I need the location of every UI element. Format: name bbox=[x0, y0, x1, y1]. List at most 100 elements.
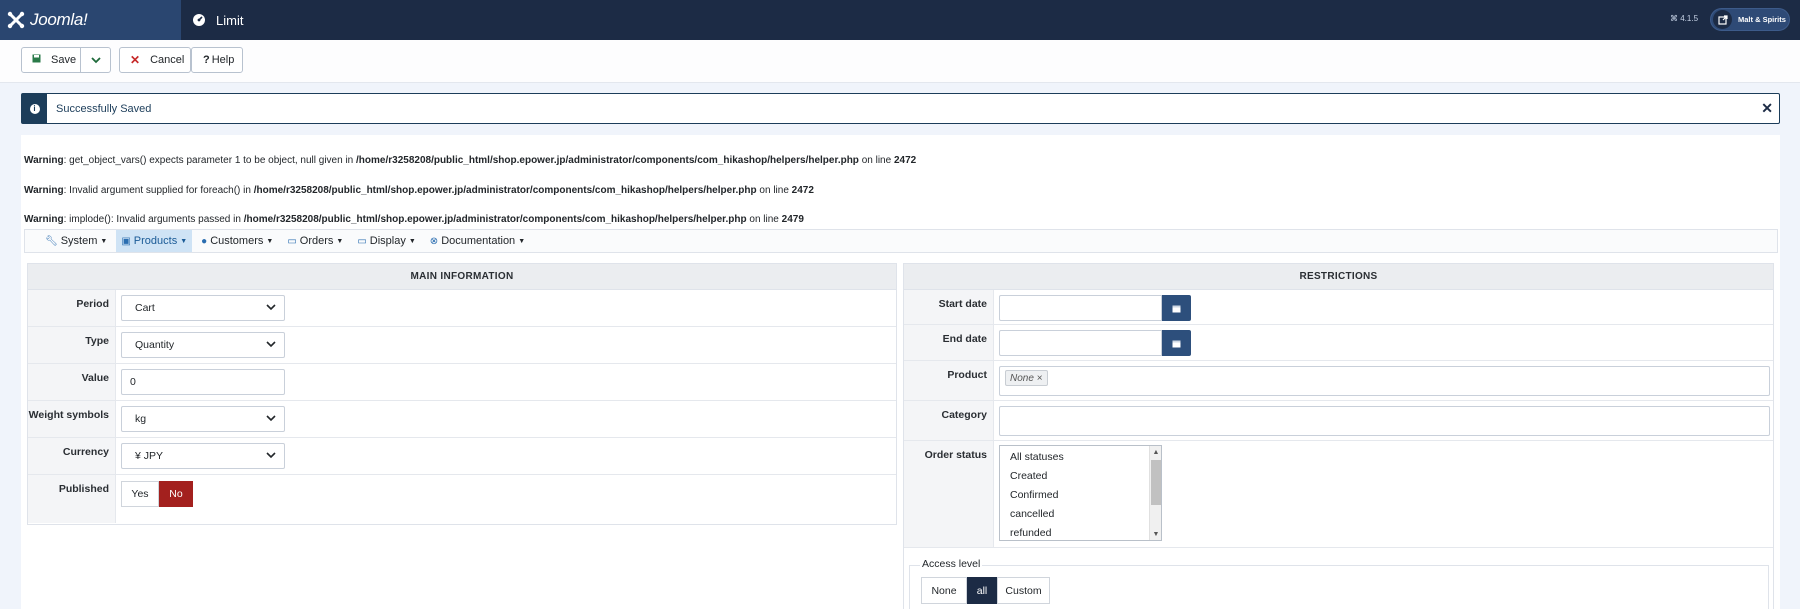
product-selector[interactable]: None × bbox=[999, 366, 1770, 396]
main-information-panel: MAIN INFORMATION Period Cart Type Quanti… bbox=[27, 263, 897, 525]
save-icon bbox=[32, 54, 41, 66]
chevron-down-icon bbox=[266, 304, 276, 311]
warning-line: Warning: get_object_vars() expects param… bbox=[24, 155, 917, 166]
weight-select[interactable]: kg bbox=[121, 406, 285, 432]
scroll-up-icon[interactable]: ▲ bbox=[1150, 446, 1161, 458]
product-label: Product bbox=[904, 361, 994, 400]
type-row: Type Quantity bbox=[28, 327, 896, 364]
weight-row: Weight symbols kg bbox=[28, 401, 896, 438]
start-date-label: Start date bbox=[904, 290, 994, 324]
info-icon: i bbox=[22, 94, 47, 123]
chevron-down-icon bbox=[266, 415, 276, 422]
close-alert-icon[interactable]: ✕ bbox=[1761, 100, 1773, 117]
toolbar: Save ✕ Cancel ? Help bbox=[0, 40, 1800, 83]
list-item[interactable]: All statuses bbox=[1000, 447, 1161, 466]
category-selector[interactable] bbox=[999, 406, 1770, 436]
wrench-icon: 🔧︎ bbox=[45, 235, 58, 247]
access-all-button[interactable]: all bbox=[967, 577, 997, 604]
chevron-down-icon bbox=[90, 57, 101, 64]
end-date-label: End date bbox=[904, 325, 994, 360]
published-toggle: Yes No bbox=[121, 481, 193, 507]
value-label: Value bbox=[28, 364, 116, 400]
joomla-logo-icon bbox=[7, 11, 25, 29]
product-row: Product None × bbox=[904, 361, 1773, 401]
save-label: Save bbox=[51, 54, 77, 66]
value-input[interactable]: 0 bbox=[121, 369, 285, 395]
monitor-icon: ▭ bbox=[357, 235, 367, 247]
lifebuoy-icon: ⊗ bbox=[429, 235, 439, 247]
close-icon: ✕ bbox=[130, 53, 141, 67]
save-button[interactable]: Save bbox=[21, 47, 81, 73]
currency-label: Currency bbox=[28, 438, 116, 474]
scroll-thumb[interactable] bbox=[1151, 460, 1161, 505]
access-level-fieldset: Access level None all Custom bbox=[909, 558, 1769, 609]
category-row: Category bbox=[904, 401, 1773, 441]
alert-message: Successfully Saved bbox=[56, 102, 152, 115]
restrictions-panel: RESTRICTIONS Start date End date Product… bbox=[903, 263, 1774, 609]
cancel-button[interactable]: ✕ Cancel bbox=[119, 47, 191, 73]
site-name: Malt & Spirits bbox=[1738, 15, 1786, 24]
help-label: Help bbox=[211, 54, 235, 66]
scroll-down-icon[interactable]: ▼ bbox=[1150, 528, 1161, 540]
menu-documentation[interactable]: ⊗ Documentation ▼ bbox=[425, 230, 530, 252]
menu-orders[interactable]: ▭ Orders ▼ bbox=[282, 230, 348, 252]
order-status-row: Order status All statuses Created Confir… bbox=[904, 441, 1773, 548]
category-label: Category bbox=[904, 401, 994, 440]
help-button[interactable]: ? Help bbox=[191, 47, 243, 73]
published-yes-button[interactable]: Yes bbox=[121, 481, 159, 507]
cancel-label: Cancel bbox=[150, 54, 185, 66]
page-title: Limit bbox=[216, 12, 244, 28]
logo-text: Joomla! bbox=[30, 10, 88, 29]
warning-line: Warning: Invalid argument supplied for f… bbox=[24, 185, 814, 196]
listbox-scrollbar[interactable]: ▲ ▼ bbox=[1149, 446, 1161, 540]
view-site-button[interactable]: Malt & Spirits bbox=[1710, 8, 1790, 31]
calendar-icon bbox=[1172, 305, 1181, 312]
page-title-area: Limit bbox=[192, 0, 243, 40]
chevron-down-icon bbox=[266, 452, 276, 459]
list-item[interactable]: Confirmed bbox=[1000, 485, 1161, 504]
end-date-row: End date bbox=[904, 325, 1773, 361]
menu-system[interactable]: 🔧︎ System ▼ bbox=[40, 230, 112, 252]
save-dropdown-button[interactable] bbox=[80, 47, 111, 73]
menu-customers[interactable]: ● Customers ▼ bbox=[196, 230, 278, 252]
panel-title: MAIN INFORMATION bbox=[28, 264, 896, 290]
type-label: Type bbox=[28, 327, 116, 363]
type-select[interactable]: Quantity bbox=[121, 332, 285, 358]
list-item[interactable]: refunded bbox=[1000, 523, 1161, 540]
access-none-button[interactable]: None bbox=[921, 577, 967, 604]
cubes-icon: ▣ bbox=[121, 235, 131, 247]
published-label: Published bbox=[28, 475, 116, 523]
external-link-icon bbox=[1713, 10, 1732, 29]
hikashop-menu: 🔧︎ System ▼ ▣ Products ▼ ● Customers ▼ ▭ Orders… bbox=[24, 229, 1778, 253]
order-status-listbox[interactable]: All statuses Created Confirmed cancelled… bbox=[999, 445, 1162, 541]
published-no-button[interactable]: No bbox=[159, 481, 193, 507]
product-tag: None × bbox=[1005, 370, 1048, 386]
list-item[interactable]: cancelled bbox=[1000, 504, 1161, 523]
panel-title: RESTRICTIONS bbox=[904, 264, 1773, 290]
user-icon: ● bbox=[201, 235, 208, 247]
currency-select[interactable]: ¥ JPY bbox=[121, 443, 285, 469]
chevron-down-icon bbox=[266, 341, 276, 348]
version-badge: ⌘ 4.1.5 bbox=[1670, 14, 1699, 23]
credit-card-icon: ▭ bbox=[287, 235, 297, 247]
list-item[interactable]: Created bbox=[1000, 466, 1161, 485]
access-level-legend: Access level bbox=[920, 558, 983, 570]
menu-products[interactable]: ▣ Products ▼ bbox=[116, 230, 193, 252]
value-row: Value 0 bbox=[28, 364, 896, 401]
remove-tag-icon[interactable]: × bbox=[1037, 373, 1043, 384]
joomla-logo[interactable]: Joomla! bbox=[0, 0, 181, 40]
period-row: Period Cart bbox=[28, 290, 896, 327]
period-select[interactable]: Cart bbox=[121, 295, 285, 321]
start-date-input[interactable] bbox=[999, 295, 1162, 321]
success-alert: i Successfully Saved ✕ bbox=[21, 93, 1780, 124]
access-level-toggle: None all Custom bbox=[921, 577, 1050, 604]
content-area: Warning: get_object_vars() expects param… bbox=[21, 135, 1780, 609]
menu-display[interactable]: ▭ Display ▼ bbox=[352, 230, 420, 252]
calendar-icon bbox=[1172, 340, 1181, 347]
start-date-calendar-button[interactable] bbox=[1162, 295, 1191, 321]
period-label: Period bbox=[28, 290, 116, 326]
access-custom-button[interactable]: Custom bbox=[997, 577, 1050, 604]
end-date-calendar-button[interactable] bbox=[1162, 330, 1191, 356]
end-date-input[interactable] bbox=[999, 330, 1162, 356]
question-icon: ? bbox=[203, 54, 210, 66]
